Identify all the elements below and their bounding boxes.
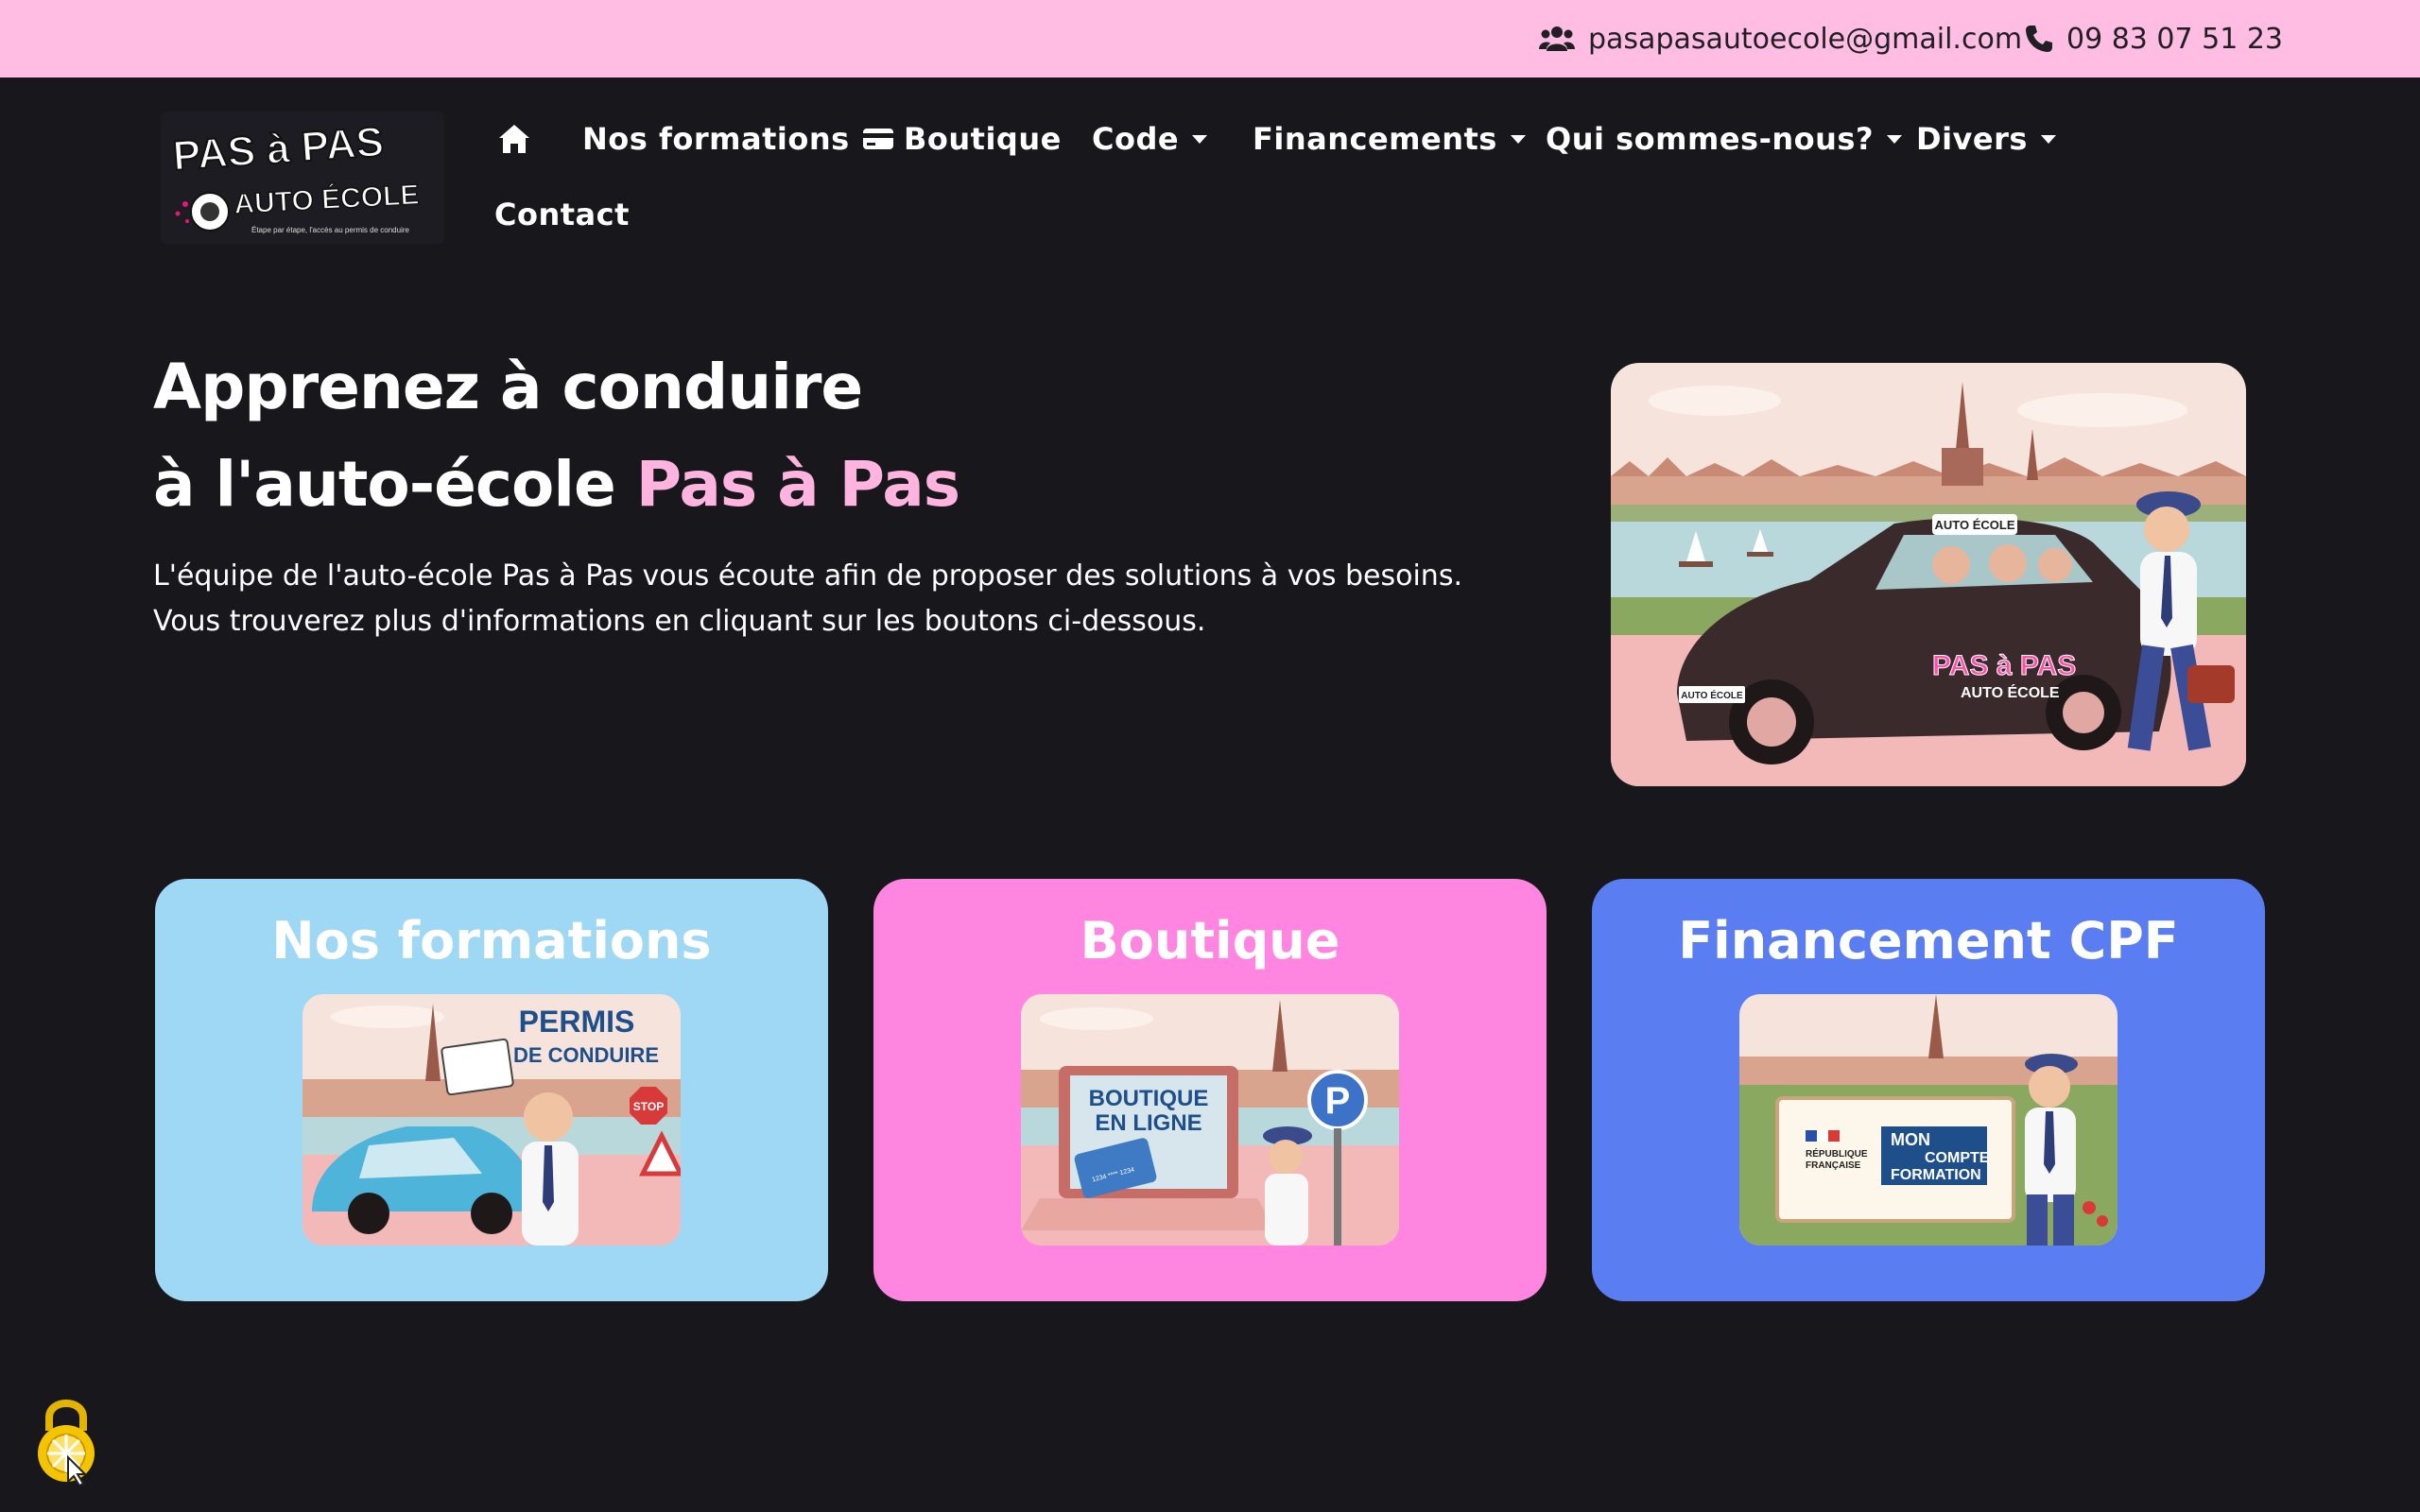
card-nos-formations[interactable]: Nos formations PERMIS DE CONDUIRE STOP (155, 879, 828, 1301)
site-logo[interactable]: PAS à PAS AUTO ÉCOLE Étape par étape, l'… (161, 112, 444, 244)
hero-car-plate: AUTO ÉCOLE (1681, 689, 1743, 701)
top-contact-bar: pasapasautoecole@gmail.com 09 83 07 51 2… (0, 0, 2420, 77)
nav-contact[interactable]: Contact (494, 191, 630, 238)
hero-illustration: AUTO ÉCOLE PAS à PAS AUTO ÉCOLE AUTO ÉCO… (1611, 363, 2246, 786)
card-financement-cpf[interactable]: Financement CPF RÉPUBLIQUE FRANÇAISE MON… (1592, 879, 2265, 1301)
chevron-down-icon (2040, 134, 2056, 144)
nav-code-label: Code (1092, 121, 1180, 157)
card-boutique-line2: EN LIGNE (1095, 1110, 1201, 1136)
card-permis-line2: DE CONDUIRE (513, 1043, 659, 1067)
hero-text-line1: L'équipe de l'auto-école Pas à Pas vous … (153, 559, 1462, 593)
hero-title-highlight: Pas à Pas (635, 448, 960, 521)
email-text: pasapasautoecole@gmail.com (1588, 22, 2023, 56)
card-image-cpf: RÉPUBLIQUE FRANÇAISE MON COMPTE FORMATIO… (1739, 994, 2118, 1246)
nav-divers-dropdown[interactable]: Divers (1916, 115, 2056, 163)
hero-description: L'équipe de l'auto-école Pas à Pas vous … (153, 554, 1524, 644)
nav-financements-dropdown[interactable]: Financements (1253, 115, 1526, 163)
phone-link[interactable]: 09 83 07 51 23 (2025, 21, 2283, 57)
hero-car-roof-sign: AUTO ÉCOLE (1935, 518, 2015, 532)
nav-divers-label: Divers (1916, 121, 2028, 157)
users-icon (1539, 26, 1575, 51)
logo-tagline: Étape par étape, l'accès au permis de co… (251, 226, 410, 234)
nav-financements-label: Financements (1253, 121, 1497, 157)
hero-title: Apprenez à conduire à l'auto-école Pas à… (153, 338, 960, 533)
card-cpf-rep-line2: FRANÇAISE (1806, 1160, 1861, 1171)
nav-qui-sommes-nous-dropdown[interactable]: Qui sommes-nous? (1546, 115, 1902, 163)
chevron-down-icon (1887, 134, 1902, 144)
home-icon (499, 125, 529, 153)
hero-car-logo-line2: AUTO ÉCOLE (1961, 683, 2060, 701)
nav-boutique[interactable]: Boutique (862, 115, 1062, 163)
nav-code-dropdown[interactable]: Code (1092, 115, 1208, 163)
lock-icon[interactable] (36, 1393, 96, 1487)
card-cpf-line3: FORMATION (1891, 1167, 1981, 1183)
phone-icon (2026, 26, 2052, 52)
nav-boutique-label: Boutique (904, 121, 1062, 157)
credit-card-icon (863, 129, 893, 149)
card-boutique-parking-sign: P (1325, 1080, 1351, 1122)
phone-text: 09 83 07 51 23 (2066, 22, 2284, 56)
nav-home[interactable] (497, 115, 531, 163)
hero-text-line2: Vous trouverez plus d'informations en cl… (153, 605, 1206, 638)
card-image-boutique: BOUTIQUE EN LIGNE 1234 **** 1234 P (1021, 994, 1399, 1246)
card-permis-line1: PERMIS (519, 1005, 635, 1039)
card-boutique[interactable]: Boutique BOUTIQUE EN LIGNE 1234 **** 123… (873, 879, 1547, 1301)
nav-nos-formations[interactable]: Nos formations (582, 115, 850, 163)
chevron-down-icon (1510, 134, 1526, 144)
card-boutique-line1: BOUTIQUE (1089, 1086, 1209, 1111)
card-image-permis: PERMIS DE CONDUIRE STOP (302, 994, 681, 1246)
card-cpf-rep-line1: RÉPUBLIQUE (1806, 1147, 1868, 1160)
card-permis-stop-sign: STOP (633, 1100, 664, 1113)
hero-car-logo-line1: PAS à PAS (1932, 650, 2076, 681)
card-cpf-line1: MON (1891, 1130, 1930, 1149)
card-title: Financement CPF (1678, 911, 2179, 971)
nav-qui-label: Qui sommes-nous? (1546, 121, 1874, 157)
card-cpf-line2: COMPTE (1925, 1150, 1990, 1166)
chevron-down-icon (1192, 134, 1208, 144)
card-title: Nos formations (271, 911, 712, 971)
card-title: Boutique (1080, 911, 1340, 971)
email-link[interactable]: pasapasautoecole@gmail.com (1539, 21, 2022, 57)
hero-title-line2-prefix: à l'auto-école (153, 448, 636, 521)
hero-title-line1: Apprenez à conduire (153, 351, 863, 423)
